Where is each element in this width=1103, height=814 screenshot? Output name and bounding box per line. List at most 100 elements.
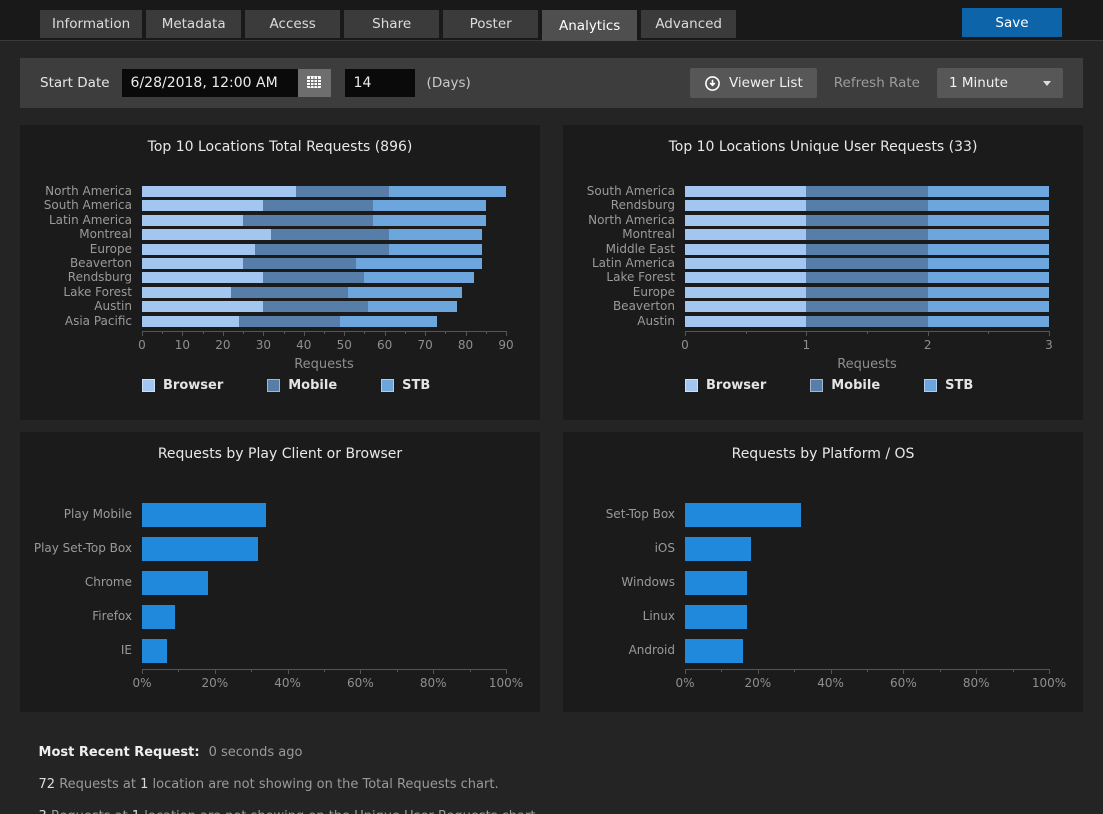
calendar-button[interactable] xyxy=(298,69,331,97)
bar-segment xyxy=(142,639,167,663)
axis-tick xyxy=(304,331,305,336)
legend-item[interactable]: STB xyxy=(924,378,973,393)
category-label: Asia Pacific xyxy=(20,315,132,328)
axis-tick xyxy=(142,669,143,674)
bar-segment xyxy=(685,639,743,663)
axis-minor-tick xyxy=(251,669,252,672)
x-axis-title: Requests xyxy=(142,357,506,372)
bar-segment xyxy=(685,272,806,283)
category-label: Rendsburg xyxy=(20,271,132,284)
category-label: Beaverton xyxy=(563,300,675,313)
axis-tick-label: 0% xyxy=(655,676,715,690)
axis-minor-tick xyxy=(794,669,795,672)
axis-tick xyxy=(223,331,224,336)
axis-tick xyxy=(466,331,467,336)
bar-segment xyxy=(142,503,266,527)
axis-minor-tick xyxy=(162,331,163,334)
legend-item[interactable]: Browser xyxy=(142,378,223,393)
axis-minor-tick xyxy=(203,331,204,334)
axis-tick-label: 0% xyxy=(112,676,172,690)
bar-segment xyxy=(263,200,372,211)
bar-segment xyxy=(685,258,806,269)
axis-minor-tick xyxy=(364,331,365,334)
axis-tick xyxy=(1049,331,1050,336)
category-label: South America xyxy=(20,199,132,212)
refresh-rate-dropdown[interactable]: 1 Minute xyxy=(937,68,1063,98)
category-label: North America xyxy=(20,185,132,198)
bar-segment xyxy=(928,272,1049,283)
axis-tick xyxy=(903,669,904,674)
days-input[interactable] xyxy=(345,69,415,97)
days-suffix-label: (Days) xyxy=(427,75,471,91)
bar-segment xyxy=(806,229,927,240)
bar-segment xyxy=(685,605,747,629)
bar-segment xyxy=(685,287,806,298)
start-date-label: Start Date xyxy=(40,75,110,91)
refresh-rate-label: Refresh Rate xyxy=(834,75,920,91)
tab-advanced[interactable]: Advanced xyxy=(641,10,736,38)
axis-tick xyxy=(831,669,832,674)
bar-segment xyxy=(348,287,461,298)
start-date-input[interactable] xyxy=(122,69,298,97)
note-number: 3 xyxy=(39,809,47,814)
viewer-list-label: Viewer List xyxy=(729,75,803,91)
legend-swatch xyxy=(142,379,155,392)
analytics-toolbar: Start Date (Days) xyxy=(20,58,1083,108)
bar-segment xyxy=(928,258,1049,269)
category-label: South America xyxy=(563,185,675,198)
tab-metadata[interactable]: Metadata xyxy=(146,10,241,38)
axis-tick xyxy=(263,331,264,336)
legend-item[interactable]: STB xyxy=(381,378,430,393)
legend-item[interactable]: Mobile xyxy=(267,378,337,393)
save-button[interactable]: Save xyxy=(962,8,1062,37)
axis-minor-tick xyxy=(1013,669,1014,672)
bar-segment xyxy=(685,229,806,240)
axis-tick xyxy=(344,331,345,336)
bar-segment xyxy=(389,244,482,255)
axis-tick-label: 80% xyxy=(403,676,463,690)
bar-segment xyxy=(685,503,801,527)
axis-tick xyxy=(976,669,977,674)
chart-title: Requests by Platform / OS xyxy=(563,446,1083,462)
note-number: 72 xyxy=(39,777,56,792)
tab-poster[interactable]: Poster xyxy=(443,10,538,38)
legend-item[interactable]: Mobile xyxy=(810,378,880,393)
bar-segment xyxy=(142,316,239,327)
axis-tick xyxy=(1049,669,1050,674)
tab-information[interactable]: Information xyxy=(40,10,142,38)
legend-label: STB xyxy=(945,378,973,393)
note-number: 1 xyxy=(132,809,140,814)
axis-tick xyxy=(385,331,386,336)
bar-segment xyxy=(142,244,255,255)
bar-segment xyxy=(142,571,208,595)
chart-panel-platform-os: Requests by Platform / OS Set-Top BoxiOS… xyxy=(563,432,1083,712)
tab-strip: Information Metadata Access Share Poster… xyxy=(40,10,736,41)
tab-analytics[interactable]: Analytics xyxy=(542,10,637,41)
category-label: Lake Forest xyxy=(20,286,132,299)
tab-access[interactable]: Access xyxy=(245,10,340,38)
tab-share[interactable]: Share xyxy=(344,10,439,38)
bar-segment xyxy=(685,537,751,561)
axis-minor-tick xyxy=(867,669,868,672)
bar-segment xyxy=(928,200,1049,211)
category-label: Montreal xyxy=(563,228,675,241)
toolbar-right-group: Viewer List Refresh Rate 1 Minute xyxy=(690,68,1063,98)
axis-tick xyxy=(425,331,426,336)
chart-title: Requests by Play Client or Browser xyxy=(20,446,540,462)
viewer-list-button[interactable]: Viewer List xyxy=(690,68,817,98)
category-label: Beaverton xyxy=(20,257,132,270)
axis-tick xyxy=(142,331,143,336)
bar-segment xyxy=(928,215,1049,226)
category-label: Play Set-Top Box xyxy=(20,542,132,555)
axis-minor-tick xyxy=(445,331,446,334)
bar-segment xyxy=(806,287,927,298)
bar-segment xyxy=(142,258,243,269)
legend-swatch xyxy=(924,379,937,392)
bar-segment xyxy=(263,272,364,283)
legend-item[interactable]: Browser xyxy=(685,378,766,393)
bar-segment xyxy=(685,316,806,327)
legend-swatch xyxy=(381,379,394,392)
category-label: Latin America xyxy=(563,257,675,270)
note-text: location are not showing on the Total Re… xyxy=(148,777,498,792)
bar-segment xyxy=(685,244,806,255)
